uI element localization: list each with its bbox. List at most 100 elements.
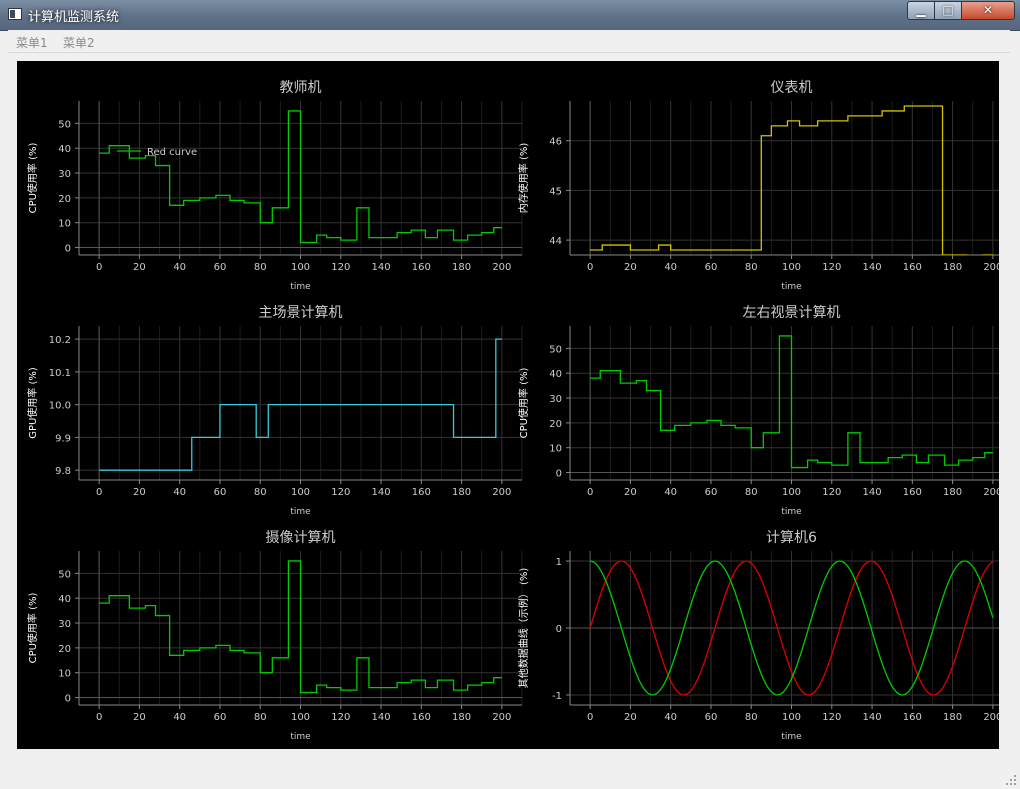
y-axis-label: CPU使用率 (%)	[26, 593, 39, 664]
x-tick-label: 180	[452, 262, 471, 273]
y-tick-label: 40	[549, 369, 562, 380]
x-tick-label: 0	[96, 712, 102, 723]
y-tick-label: 50	[58, 569, 71, 580]
x-tick-label: 20	[624, 262, 637, 273]
chart-1: 教师机 0 20 40 60 80 100 120 140 160 180 200 0 10 20 30 40 5…	[26, 80, 523, 292]
x-tick-label: 180	[943, 712, 962, 723]
x-tick-label: 200	[983, 262, 999, 273]
close-icon: ✕	[982, 3, 994, 17]
x-tick-label: 100	[782, 487, 801, 498]
x-tick-label: 140	[371, 487, 390, 498]
y-tick-label: 10	[58, 219, 71, 230]
menu-item-1[interactable]: 菜单1	[16, 34, 48, 51]
x-tick-label: 40	[173, 712, 186, 723]
x-tick-label: 20	[133, 487, 146, 498]
y-tick-label: 9.9	[55, 433, 71, 444]
x-tick-label: 180	[943, 262, 962, 273]
minimize-icon: ▁	[916, 3, 926, 17]
charts-panel: 教师机 0 20 40 60 80 100 120 140 160 180 200 0 10 20 30 40 5…	[17, 61, 1014, 749]
x-tick-label: 160	[903, 262, 922, 273]
x-tick-label: 40	[173, 262, 186, 273]
y-tick-label: 10.2	[49, 335, 71, 346]
x-tick-label: 160	[412, 712, 431, 723]
menu-bar: 菜单1 菜单2	[8, 30, 1010, 53]
y-tick-label: 40	[58, 144, 71, 155]
x-tick-label: 40	[664, 262, 677, 273]
x-axis-label: time	[290, 507, 311, 517]
y-tick-label: 10	[58, 669, 71, 680]
chart-4: 左右视景计算机 0 20 40 60 80 100 120 140 160 180 200 0 10 20 3…	[517, 305, 1014, 517]
x-tick-label: 180	[452, 487, 471, 498]
y-tick-label: 9.8	[55, 466, 71, 477]
x-axis-label: time	[781, 282, 802, 292]
x-tick-label: 20	[133, 712, 146, 723]
y-tick-label: 44	[549, 236, 562, 247]
y-tick-label: 10.1	[49, 368, 71, 379]
x-tick-label: 80	[745, 487, 758, 498]
x-tick-label: 80	[254, 712, 267, 723]
x-tick-label: 60	[705, 262, 718, 273]
y-tick-label: -1	[552, 691, 562, 702]
y-axis-label: CPU使用率 (%)	[26, 143, 39, 214]
x-tick-label: 160	[412, 262, 431, 273]
y-tick-label: 46	[549, 137, 562, 148]
x-tick-label: 20	[624, 487, 637, 498]
x-tick-label: 80	[254, 262, 267, 273]
y-tick-label: 30	[549, 394, 562, 405]
chart-6: 计算机6 0 20 40 60 80 100 120 140 160 180 200 -1 0 1 time 其…	[517, 530, 1014, 742]
chart-5: 摄像计算机 0 20 40 60 80 100 120 140 160 180 200 0 10 20 30 4…	[26, 530, 523, 742]
x-tick-label: 200	[983, 487, 999, 498]
x-tick-label: 200	[492, 712, 511, 723]
y-tick-label: 0	[65, 694, 71, 705]
title-bar: 计算机监测系统 ▁ □ ✕	[0, 0, 1020, 31]
y-tick-label: 45	[549, 186, 562, 197]
maximize-button[interactable]: □	[934, 1, 962, 20]
y-tick-label: 30	[58, 619, 71, 630]
y-tick-label: 0	[556, 469, 562, 480]
x-tick-label: 120	[822, 487, 841, 498]
x-tick-label: 0	[96, 487, 102, 498]
x-tick-label: 40	[664, 712, 677, 723]
x-tick-label: 160	[903, 712, 922, 723]
x-axis-label: time	[290, 282, 311, 292]
x-tick-label: 120	[331, 487, 350, 498]
x-tick-label: 0	[96, 262, 102, 273]
chart-title: 仪表机	[771, 80, 813, 96]
app-window-icon	[8, 8, 22, 20]
resize-grip-icon[interactable]	[1005, 774, 1017, 786]
x-tick-label: 100	[782, 712, 801, 723]
y-tick-label: 40	[58, 594, 71, 605]
x-tick-label: 0	[587, 487, 593, 498]
y-tick-label: 0	[65, 244, 71, 255]
x-tick-label: 140	[862, 712, 881, 723]
chart-title: 主场景计算机	[259, 305, 343, 321]
y-tick-label: 20	[58, 194, 71, 205]
x-tick-label: 20	[624, 712, 637, 723]
x-tick-label: 160	[903, 487, 922, 498]
x-tick-label: 120	[331, 262, 350, 273]
y-axis-label: 内存使用率 (%)	[517, 143, 530, 214]
x-tick-label: 60	[214, 487, 227, 498]
x-tick-label: 100	[782, 262, 801, 273]
chart-title: 计算机6	[766, 530, 817, 546]
minimize-button[interactable]: ▁	[907, 1, 935, 20]
x-tick-label: 80	[745, 262, 758, 273]
x-tick-label: 20	[133, 262, 146, 273]
x-tick-label: 180	[943, 487, 962, 498]
x-tick-label: 80	[254, 487, 267, 498]
close-button[interactable]: ✕	[961, 1, 1015, 20]
x-tick-label: 200	[492, 262, 511, 273]
x-tick-label: 60	[705, 487, 718, 498]
x-tick-label: 140	[862, 487, 881, 498]
x-tick-label: 160	[412, 487, 431, 498]
x-tick-label: 60	[214, 712, 227, 723]
y-tick-label: 50	[549, 344, 562, 355]
menu-item-2[interactable]: 菜单2	[63, 34, 95, 51]
x-tick-label: 120	[822, 262, 841, 273]
charts-canvas: 教师机0 20 40 60 80 100 120 140 160 180 2000102030405…	[26, 80, 1014, 742]
x-tick-label: 140	[371, 262, 390, 273]
x-tick-label: 200	[492, 487, 511, 498]
chart-2: 仪表机 0 20 40 60 80 100 120 140 160 180 200 44 45 46 time…	[517, 80, 1014, 292]
window-title: 计算机监测系统	[28, 10, 120, 25]
x-axis-label: time	[781, 732, 802, 742]
